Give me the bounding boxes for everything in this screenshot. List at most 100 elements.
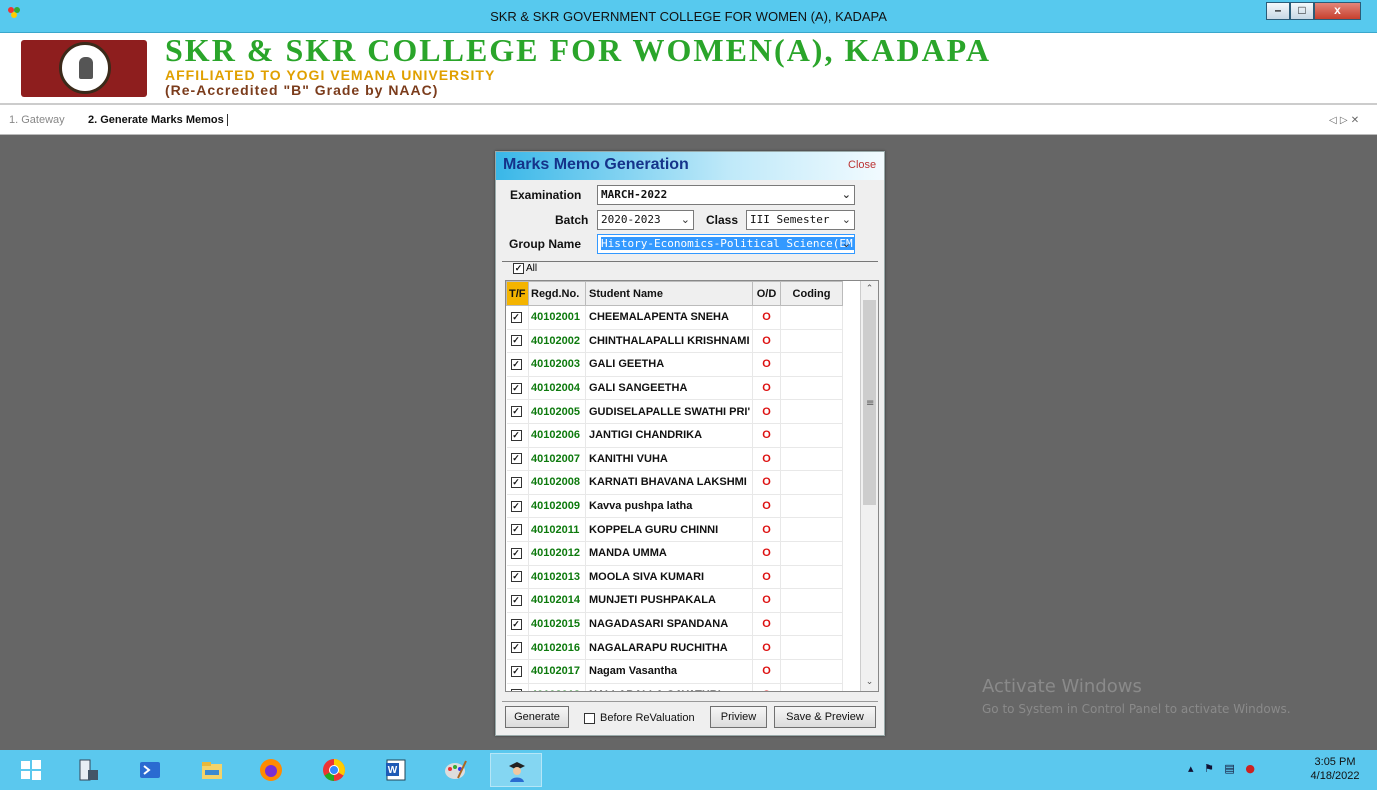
network-icon[interactable]: ▤ <box>1224 762 1234 775</box>
table-row[interactable]: ✓ 40102005 GUDISELAPALLE SWATHI PRI' O <box>506 399 843 424</box>
minimize-button[interactable]: – <box>1266 2 1290 20</box>
table-row[interactable]: ✓ 40102002 CHINTHALAPALLI KRISHNAMI O <box>506 329 843 354</box>
coding-cell[interactable] <box>780 352 843 377</box>
student-app-icon[interactable] <box>490 753 542 787</box>
row-checkbox[interactable]: ✓ <box>506 565 529 590</box>
coding-cell[interactable] <box>780 588 843 613</box>
word-icon[interactable]: W <box>370 753 422 787</box>
row-checkbox[interactable]: ✓ <box>506 588 529 613</box>
maximize-button[interactable]: □ <box>1290 2 1314 20</box>
row-checkbox[interactable]: ✓ <box>506 447 529 472</box>
class-select[interactable]: III Semester ⌄ <box>746 210 855 230</box>
table-row[interactable]: ✓ 40102016 NAGALARAPU RUCHITHA O <box>506 635 843 660</box>
col-header-coding[interactable]: Coding <box>780 281 843 306</box>
col-header-tf[interactable]: T/F <box>506 281 529 306</box>
table-row[interactable]: ✓ 40102009 Kavva pushpa latha O <box>506 494 843 519</box>
row-checkbox[interactable]: ✓ <box>506 612 529 637</box>
coding-cell[interactable] <box>780 659 843 684</box>
row-checkbox[interactable]: ✓ <box>506 470 529 495</box>
examination-label: Examination <box>510 188 582 202</box>
file-explorer-icon[interactable] <box>186 753 238 787</box>
paint-icon[interactable] <box>430 753 482 787</box>
row-checkbox[interactable]: ✓ <box>506 659 529 684</box>
firefox-icon[interactable] <box>245 753 297 787</box>
tab-generate-marks-memos[interactable]: 2. Generate Marks Memos <box>88 114 228 126</box>
row-checkbox[interactable]: ✓ <box>506 305 529 330</box>
save-and-preview-button[interactable]: Save & Preview <box>774 706 876 728</box>
coding-cell[interactable] <box>780 517 843 542</box>
row-checkbox[interactable]: ✓ <box>506 352 529 377</box>
table-row[interactable]: ✓ 40102015 NAGADASARI SPANDANA O <box>506 612 843 637</box>
table-row[interactable]: ✓ 40102012 MANDA UMMA O <box>506 541 843 566</box>
palette-icon <box>445 760 467 779</box>
table-row[interactable]: ✓ 40102011 KOPPELA GURU CHINNI O <box>506 517 843 542</box>
preview-button[interactable]: Priview <box>710 706 767 728</box>
row-checkbox[interactable]: ✓ <box>506 541 529 566</box>
regd-no-cell: 40102008 <box>528 470 586 495</box>
table-row[interactable]: ✓ 40102003 GALI GEETHA O <box>506 352 843 377</box>
select-all-label: All <box>526 263 538 274</box>
table-row[interactable]: ✓ 40102007 KANITHI VUHA O <box>506 447 843 472</box>
scroll-up-icon[interactable]: ⌃ <box>861 281 878 298</box>
table-header-row: T/F Regd.No. Student Name O/D Coding <box>506 281 843 306</box>
server-manager-icon[interactable] <box>62 753 114 787</box>
regd-no-cell: 40102013 <box>528 565 586 590</box>
banner-affiliation: AFFILIATED TO YOGI VEMANA UNIVERSITY <box>165 67 496 83</box>
coding-cell[interactable] <box>780 565 843 590</box>
coding-cell[interactable] <box>780 447 843 472</box>
row-checkbox[interactable]: ✓ <box>506 517 529 542</box>
coding-cell[interactable] <box>780 399 843 424</box>
coding-cell[interactable] <box>780 494 843 519</box>
flag-icon[interactable]: ⚑ <box>1204 762 1214 775</box>
dialog-close-link[interactable]: Close <box>848 159 876 171</box>
table-row[interactable]: ✓ 40102013 MOOLA SIVA KUMARI O <box>506 565 843 590</box>
grid-vertical-scrollbar[interactable]: ⌃ ≡ ⌄ <box>860 281 878 691</box>
col-header-od[interactable]: O/D <box>752 281 781 306</box>
coding-cell[interactable] <box>780 635 843 660</box>
generate-button[interactable]: Generate <box>505 706 569 728</box>
close-window-button[interactable]: x <box>1314 2 1361 20</box>
row-checkbox[interactable]: ✓ <box>506 635 529 660</box>
col-header-name[interactable]: Student Name <box>585 281 753 306</box>
show-hidden-icons-icon[interactable]: ▴ <box>1188 762 1194 775</box>
select-all-checkbox[interactable]: ✓ All <box>511 263 537 274</box>
regd-no-cell: 40102015 <box>528 612 586 637</box>
col-header-regd[interactable]: Regd.No. <box>528 281 586 306</box>
check-icon: ✓ <box>510 618 522 630</box>
coding-cell[interactable] <box>780 683 843 691</box>
coding-cell[interactable] <box>780 470 843 495</box>
table-row[interactable]: ✓ 40102018NALLABALLA GAYATHRIO <box>506 683 843 691</box>
before-revaluation-checkbox[interactable]: Before ReValuation <box>584 712 695 724</box>
coding-cell[interactable] <box>780 329 843 354</box>
powershell-icon[interactable] <box>124 753 176 787</box>
table-row[interactable]: ✓ 40102004 GALI SANGEETHA O <box>506 376 843 401</box>
row-checkbox[interactable]: ✓ <box>506 683 529 691</box>
tab-gateway[interactable]: 1. Gateway <box>9 114 65 126</box>
examination-select[interactable]: MARCH-2022 ⌄ <box>597 185 855 205</box>
scroll-down-icon[interactable]: ⌄ <box>861 674 878 691</box>
coding-cell[interactable] <box>780 305 843 330</box>
row-checkbox[interactable]: ✓ <box>506 399 529 424</box>
windows-start-icon[interactable] <box>5 753 57 787</box>
table-row[interactable]: ✓ 40102008 KARNATI BHAVANA LAKSHMI O <box>506 470 843 495</box>
row-checkbox[interactable]: ✓ <box>506 329 529 354</box>
table-row[interactable]: ✓ 40102014 MUNJETI PUSHPAKALA O <box>506 588 843 613</box>
row-checkbox[interactable]: ✓ <box>506 376 529 401</box>
tab-nav-controls[interactable]: ◁ ▷ ✕ <box>1329 115 1359 126</box>
coding-cell[interactable] <box>780 612 843 637</box>
row-checkbox[interactable]: ✓ <box>506 423 529 448</box>
table-row[interactable]: ✓ 40102001 CHEEMALAPENTA SNEHA O <box>506 305 843 330</box>
row-checkbox[interactable]: ✓ <box>506 494 529 519</box>
table-row[interactable]: ✓ 40102006 JANTIGI CHANDRIKA O <box>506 423 843 448</box>
batch-select[interactable]: 2020-2023 ⌄ <box>597 210 694 230</box>
taskbar-clock[interactable]: 3:05 PM 4/18/2022 <box>1300 755 1370 783</box>
coding-cell[interactable] <box>780 376 843 401</box>
coding-cell[interactable] <box>780 541 843 566</box>
group-name-select[interactable]: History-Economics-Political Science(EM) ⌄ <box>597 234 855 254</box>
volume-muted-icon[interactable]: ● <box>1245 762 1255 775</box>
table-row[interactable]: ✓ 40102017 Nagam Vasantha O <box>506 659 843 684</box>
chrome-icon[interactable] <box>308 753 360 787</box>
check-icon: ✓ <box>510 335 522 347</box>
coding-cell[interactable] <box>780 423 843 448</box>
od-cell: O <box>752 399 781 424</box>
